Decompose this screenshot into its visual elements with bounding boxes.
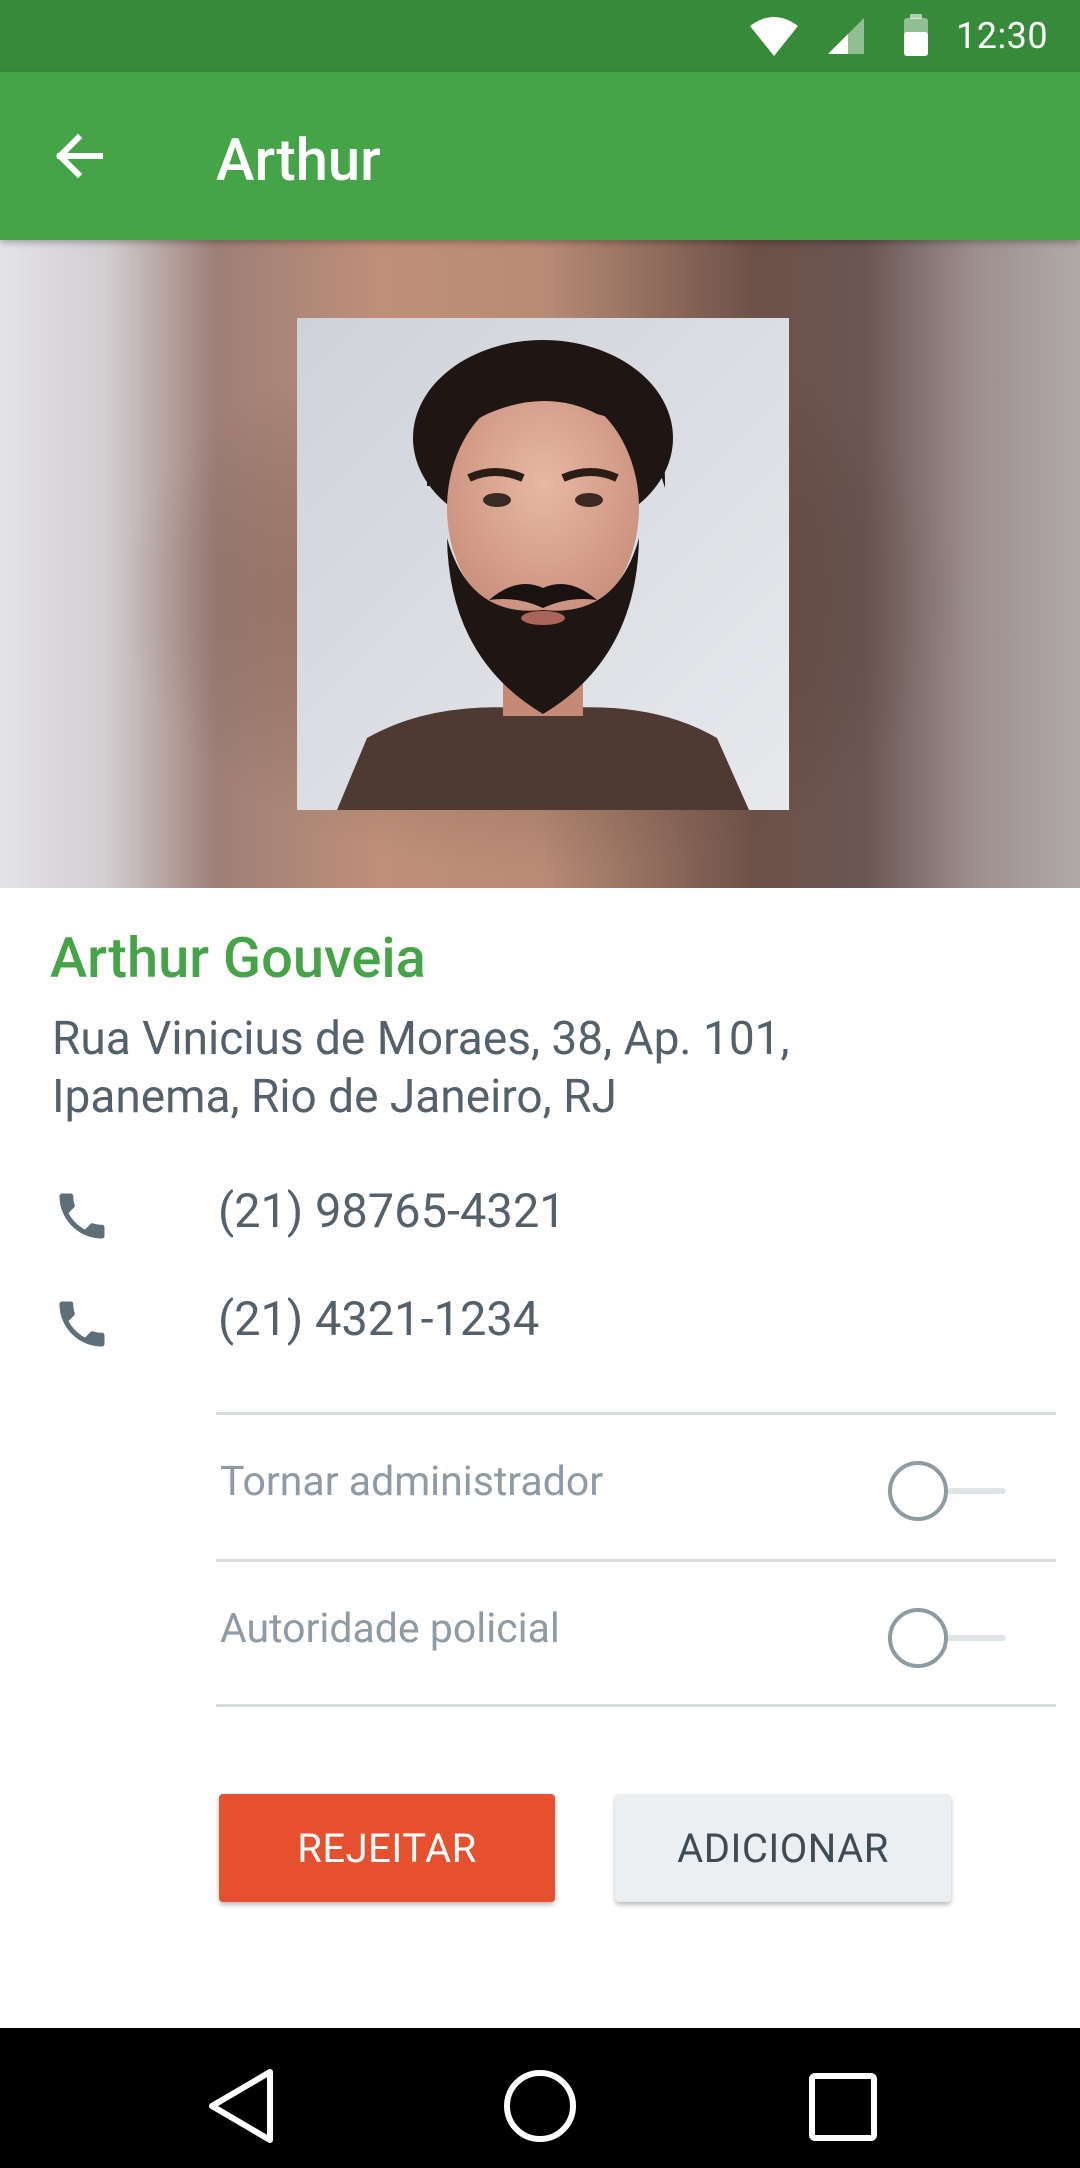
switch-thumb xyxy=(888,1608,948,1668)
page-title: Arthur xyxy=(216,127,381,195)
nav-recents-icon[interactable] xyxy=(794,2058,890,2154)
profile-photo xyxy=(297,318,789,810)
arrow-left-icon xyxy=(55,133,103,179)
contact-name: Arthur Gouveia xyxy=(50,925,426,991)
reject-button[interactable]: REJEITAR xyxy=(219,1794,555,1902)
police-authority-switch[interactable] xyxy=(888,1608,1006,1668)
divider xyxy=(216,1704,1056,1707)
nav-home-icon[interactable] xyxy=(492,2058,588,2154)
add-button[interactable]: ADICIONAR xyxy=(615,1794,951,1902)
signal-icon xyxy=(828,18,864,54)
nav-back-icon[interactable] xyxy=(196,2058,292,2154)
status-time: 12:30 xyxy=(956,15,1049,57)
phone-number: (21) 4321-1234 xyxy=(218,1292,540,1347)
switch-thumb xyxy=(888,1461,948,1521)
toggle-row-admin[interactable]: Tornar administrador xyxy=(216,1415,1056,1559)
navigation-bar xyxy=(0,2028,1080,2168)
wifi-icon xyxy=(750,17,798,56)
phone-row[interactable]: (21) 4321-1234 xyxy=(0,1280,1080,1360)
phone-icon xyxy=(59,1193,105,1239)
toggle-label: Autoridade policial xyxy=(220,1605,560,1653)
contact-address: Rua Vinicius de Moraes, 38, Ap. 101, Ipa… xyxy=(52,1012,790,1124)
phone-row[interactable]: (21) 98765-4321 xyxy=(0,1172,1080,1252)
profile-header-background xyxy=(0,240,1080,888)
status-bar: 12:30 xyxy=(0,0,1080,72)
admin-switch[interactable] xyxy=(888,1461,1006,1521)
toggle-label: Tornar administrador xyxy=(220,1458,604,1506)
toggle-row-police[interactable]: Autoridade policial xyxy=(216,1562,1056,1706)
back-button[interactable] xyxy=(40,122,126,190)
phone-number: (21) 98765-4321 xyxy=(218,1184,566,1239)
battery-icon xyxy=(904,14,928,56)
phone-icon xyxy=(59,1301,105,1347)
app-bar: Arthur xyxy=(0,72,1080,240)
